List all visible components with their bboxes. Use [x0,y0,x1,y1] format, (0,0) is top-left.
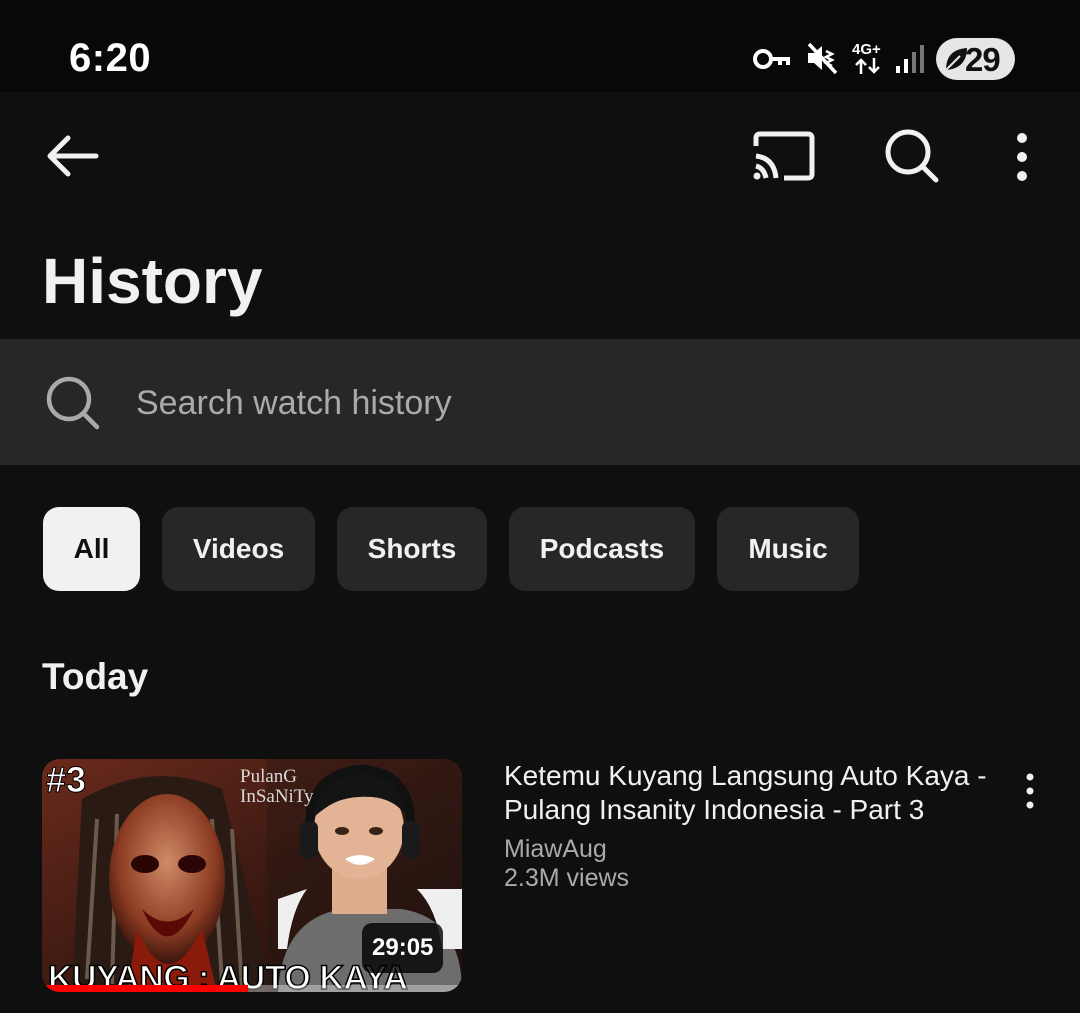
video-duration: 29:05 [362,923,444,973]
chip-videos[interactable]: Videos [162,507,315,591]
episode-number-badge: #3 [45,759,87,801]
app-bar [0,92,1080,218]
channel-name[interactable]: MiawAug [504,835,607,864]
chip-shorts[interactable]: Shorts [337,507,487,591]
back-arrow-icon[interactable] [40,130,104,182]
network-type-label: 4G+ [852,41,881,58]
watch-progress-bar [42,985,462,992]
video-more-vert-icon[interactable] [1018,772,1042,810]
mobile-data-icon: 4G+ [850,41,886,77]
search-icon[interactable] [878,124,944,186]
battery-level: 29 [965,41,1001,78]
search-field-icon [46,376,100,430]
video-thumbnail[interactable]: #3 PulanG InSaNiTy KUYANG : AUTO KAYA 29:… [42,759,462,992]
more-vert-icon[interactable] [1004,130,1040,184]
chip-all[interactable]: All [43,507,140,591]
signal-icon [896,45,924,73]
status-time: 6:20 [69,36,152,80]
watch-progress-fill [42,985,248,992]
search-input[interactable] [136,363,1036,443]
battery-indicator: 29 [936,38,1015,80]
vibrate-mute-icon [807,42,838,75]
video-title[interactable]: Ketemu Kuyang Langsung Auto Kaya - Pulan… [504,759,1004,827]
chip-podcasts[interactable]: Podcasts [509,507,695,591]
vpn-key-icon [753,49,790,69]
status-bar: 6:20 4G+ 29 [0,0,1080,92]
game-logo: PulanG InSaNiTy [240,766,314,807]
cast-icon[interactable] [748,128,820,184]
page-title: History [42,245,263,317]
section-heading-today: Today [42,656,149,697]
chip-music[interactable]: Music [717,507,859,591]
view-count: 2.3M views [504,864,630,892]
